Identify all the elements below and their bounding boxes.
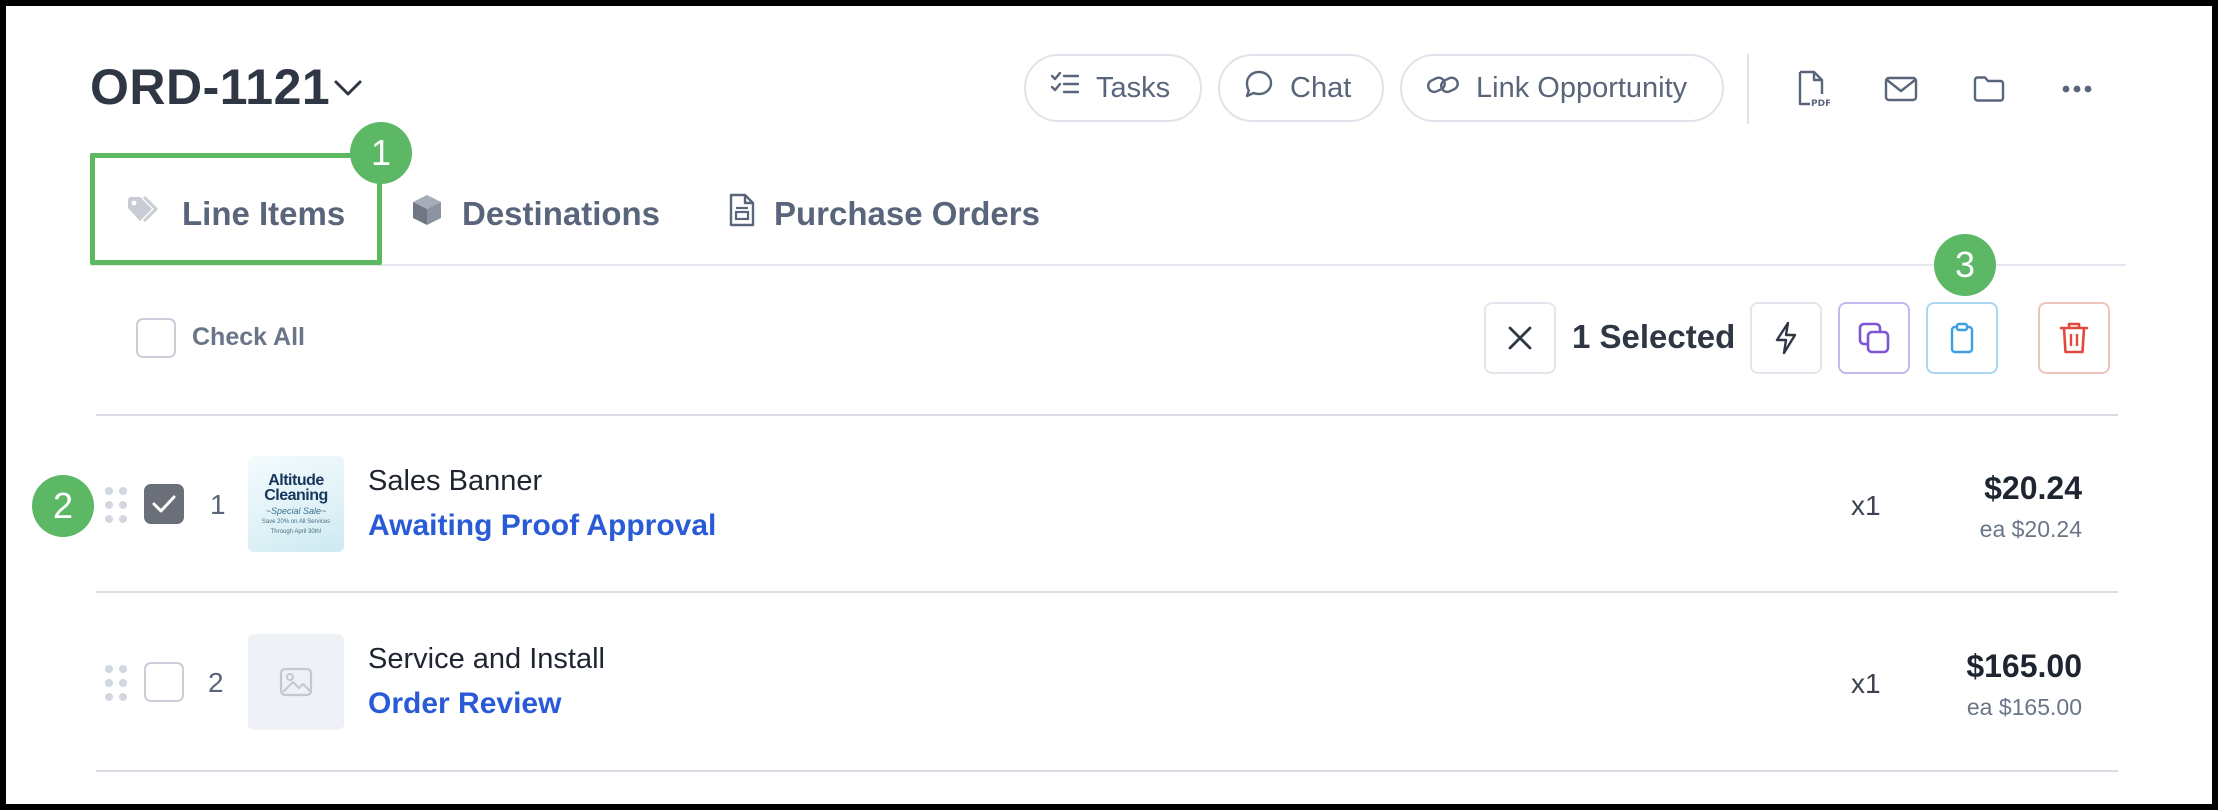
item-status-link[interactable]: Awaiting Proof Approval: [368, 509, 716, 543]
item-quantity: x1: [1851, 490, 1881, 521]
thumbnail-text: Through April 30th!: [270, 528, 322, 535]
product-thumbnail: Altitude Cleaning ~Special Sale~ Save 20…: [248, 456, 344, 552]
drag-handle-icon[interactable]: [105, 665, 127, 701]
row-checkbox[interactable]: [144, 484, 184, 524]
line-number: 1: [210, 489, 226, 520]
item-price: $165.00: [1966, 648, 2082, 684]
link-icon: [1426, 72, 1460, 105]
drag-handle-icon[interactable]: [105, 487, 127, 523]
duplicate-button[interactable]: [1838, 302, 1910, 374]
tab-label: Purchase Orders: [774, 195, 1040, 232]
tabs-divider: [90, 264, 2126, 266]
tab-label: Destinations: [462, 195, 661, 232]
item-quantity: x1: [1851, 668, 1881, 699]
app-window: ORD-1121 Tasks Chat Link Opportunity PDF: [0, 0, 2218, 810]
clipboard-icon: [1950, 322, 1974, 354]
item-status-link[interactable]: Order Review: [368, 687, 561, 721]
tasks-button[interactable]: Tasks: [1024, 54, 1202, 122]
highlight-box-line-items: [90, 153, 382, 265]
tab-destinations[interactable]: Destinations: [410, 184, 660, 244]
chat-button[interactable]: Chat: [1218, 54, 1384, 122]
tasks-label: Tasks: [1096, 71, 1171, 104]
tab-purchase-orders[interactable]: Purchase Orders: [728, 184, 1040, 244]
item-name: Sales Banner: [368, 465, 543, 497]
checkmark-icon: [152, 495, 176, 513]
item-name: Service and Install: [368, 643, 605, 675]
thumbnail-text: Cleaning: [264, 486, 328, 504]
chat-label: Chat: [1290, 71, 1352, 104]
thumbnail-text: Save 20% on All Services: [261, 518, 331, 525]
link-opportunity-button[interactable]: Link Opportunity: [1400, 54, 1724, 122]
thumbnail-text: ~Special Sale~: [265, 505, 327, 516]
tasks-icon: [1050, 71, 1080, 105]
trash-icon: [2059, 322, 2089, 354]
mail-icon[interactable]: [1874, 62, 1928, 116]
item-unit-price: ea $20.24: [1979, 516, 2082, 542]
divider: [96, 591, 2118, 593]
duplicate-icon: [1858, 322, 1890, 354]
row-checkbox[interactable]: [144, 662, 184, 702]
delete-button[interactable]: [2038, 302, 2110, 374]
item-price: $20.24: [1984, 470, 2082, 506]
folder-icon[interactable]: [1962, 62, 2016, 116]
check-all-checkbox[interactable]: [136, 318, 176, 358]
close-icon: [1508, 326, 1532, 350]
more-icon[interactable]: [2050, 62, 2104, 116]
selected-count: 1 Selected: [1572, 318, 1736, 355]
quick-action-button[interactable]: [1750, 302, 1822, 374]
divider: [96, 414, 2118, 416]
image-placeholder-icon: [279, 667, 313, 697]
product-thumbnail: [248, 634, 344, 730]
line-number: 2: [208, 667, 224, 698]
annotation-badge: 3: [1934, 234, 1996, 296]
chat-icon: [1244, 69, 1274, 107]
order-title: ORD-1121: [90, 59, 331, 115]
check-all-label: Check All: [192, 323, 306, 351]
header-divider: [1747, 54, 1749, 124]
thumbnail-text: Altitude: [268, 471, 324, 489]
annotation-badge: 2: [32, 475, 94, 537]
document-icon: [728, 193, 756, 235]
divider: [96, 770, 2118, 772]
pdf-icon[interactable]: PDF: [1786, 62, 1840, 116]
item-unit-price: ea $165.00: [1966, 694, 2082, 720]
chevron-down-icon[interactable]: [332, 76, 364, 100]
annotation-badge: 1: [350, 122, 412, 184]
clipboard-button[interactable]: [1926, 302, 1998, 374]
svg-text:PDF: PDF: [1811, 99, 1830, 108]
lightning-icon: [1775, 321, 1797, 355]
link-opportunity-label: Link Opportunity: [1476, 71, 1688, 104]
box-icon: [410, 193, 444, 235]
clear-selection-button[interactable]: [1484, 302, 1556, 374]
